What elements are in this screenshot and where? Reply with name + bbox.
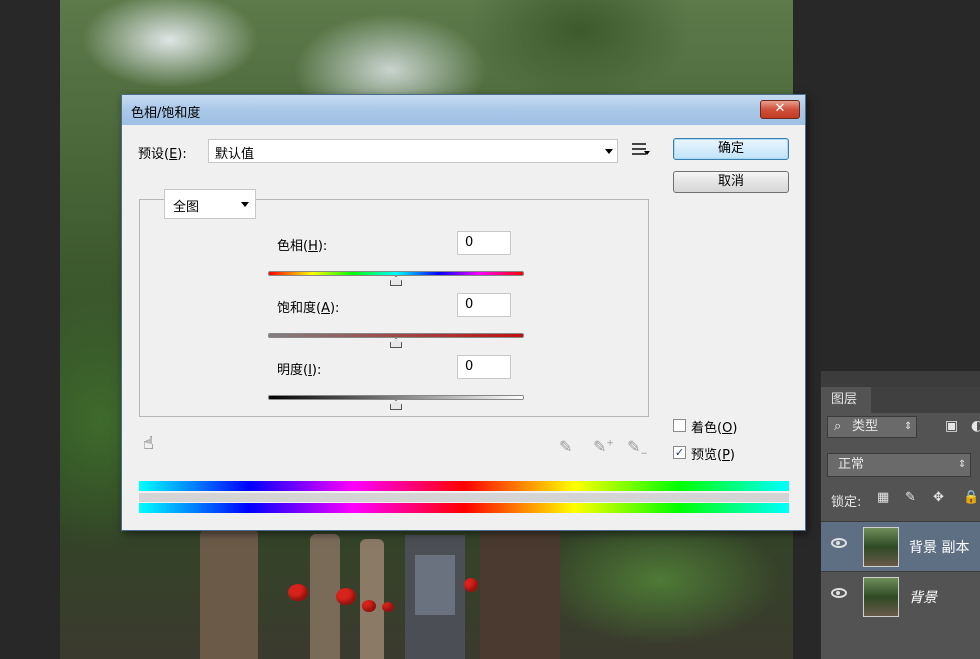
lock-label: 锁定:	[831, 495, 862, 510]
lantern	[382, 602, 394, 612]
eyedropper-icon[interactable]: ✎	[559, 437, 577, 457]
layer-row[interactable]: 背景 副本	[821, 521, 980, 571]
input-color-ramp	[139, 481, 789, 491]
lock-position-icon[interactable]: ✥	[933, 490, 944, 505]
lantern	[336, 588, 356, 605]
search-icon: ⌕	[834, 419, 842, 434]
blend-mode-dropdown[interactable]: 正常 ⇕	[827, 453, 971, 477]
preview-label[interactable]: 预览(P)	[691, 444, 735, 463]
preset-dropdown[interactable]: 默认值	[208, 139, 618, 163]
stepper-icon: ⇕	[958, 459, 967, 470]
lock-transparent-icon[interactable]: ▦	[877, 490, 889, 505]
dialog-title: 色相/饱和度	[131, 106, 201, 121]
close-icon: ✕	[774, 101, 786, 116]
filter-value: 类型	[852, 419, 879, 434]
range-dropdown[interactable]: 全图	[164, 189, 256, 219]
close-button[interactable]: ✕	[760, 100, 800, 119]
layer-name: 背景	[909, 590, 937, 606]
lightness-label: 明度(I):	[277, 363, 322, 378]
ramp-range-bar	[139, 493, 789, 502]
range-value: 全图	[173, 200, 200, 215]
colorize-label[interactable]: 着色(O)	[691, 417, 737, 436]
image-filter-icon[interactable]: ▣	[945, 418, 958, 434]
colorize-checkbox[interactable]	[673, 419, 686, 432]
chevron-down-icon	[241, 202, 249, 207]
preset-options-menu-icon[interactable]	[632, 143, 650, 157]
tree-trunk	[200, 529, 258, 659]
saturation-input[interactable]: 0	[457, 293, 511, 317]
stepper-icon: ⇕	[904, 421, 913, 432]
preview-checkbox[interactable]: ✓	[673, 446, 686, 459]
eye-icon[interactable]	[831, 538, 847, 548]
dialog-titlebar[interactable]: 色相/饱和度 ✕	[122, 95, 805, 125]
tree-trunk	[480, 529, 560, 659]
hue-label: 色相(H):	[277, 239, 328, 254]
cancel-button[interactable]: 取消	[673, 171, 789, 193]
layers-panel: 图层 ⌕ 类型 ⇕ ▣ ◐ 正常 ⇕ 锁定: ▦ ✎ ✥ 🔒 背景 副本 背景	[820, 371, 980, 659]
tree-trunk	[360, 539, 384, 659]
lantern	[288, 584, 308, 601]
dialog-body: 预设(E): 默认值 确定 取消 全图 色相(H): 0 饱和度(A): 0 明…	[122, 125, 805, 530]
preset-label: 预设(E):	[138, 147, 187, 162]
eyedropper-plus-icon[interactable]: ✎+	[593, 437, 614, 457]
lock-paint-icon[interactable]: ✎	[905, 490, 916, 505]
saturation-label: 饱和度(A):	[277, 301, 340, 316]
building	[405, 535, 465, 659]
layer-thumbnail	[863, 527, 899, 567]
tab-layers[interactable]: 图层	[821, 387, 871, 413]
layer-row[interactable]: 背景	[821, 571, 980, 621]
blend-mode-value: 正常	[838, 457, 865, 472]
lantern	[464, 578, 478, 592]
output-color-ramp	[139, 503, 789, 513]
preset-value: 默认值	[215, 147, 255, 162]
eyedropper-minus-icon[interactable]: ✎−	[627, 437, 648, 459]
layer-name: 背景 副本	[909, 540, 970, 556]
layer-thumbnail	[863, 577, 899, 617]
lantern	[362, 600, 376, 612]
layer-filter-dropdown[interactable]: ⌕ 类型 ⇕	[827, 416, 917, 438]
target-adjust-hand-icon[interactable]: ☝	[143, 433, 154, 454]
eye-icon[interactable]	[831, 588, 847, 598]
saturation-slider-track[interactable]	[268, 333, 524, 338]
lightness-slider-track[interactable]	[268, 395, 524, 400]
ok-button[interactable]: 确定	[673, 138, 789, 160]
hue-slider-track[interactable]	[268, 271, 524, 276]
chevron-down-icon	[605, 149, 613, 154]
lightness-input[interactable]: 0	[457, 355, 511, 379]
hue-input[interactable]: 0	[457, 231, 511, 255]
adjustment-group	[139, 199, 649, 417]
hue-saturation-dialog: 色相/饱和度 ✕ 预设(E): 默认值 确定 取消 全图 色相(H): 0 饱和…	[121, 94, 806, 531]
lock-all-icon[interactable]: 🔒	[963, 490, 979, 505]
adjustment-filter-icon[interactable]: ◐	[971, 418, 980, 434]
